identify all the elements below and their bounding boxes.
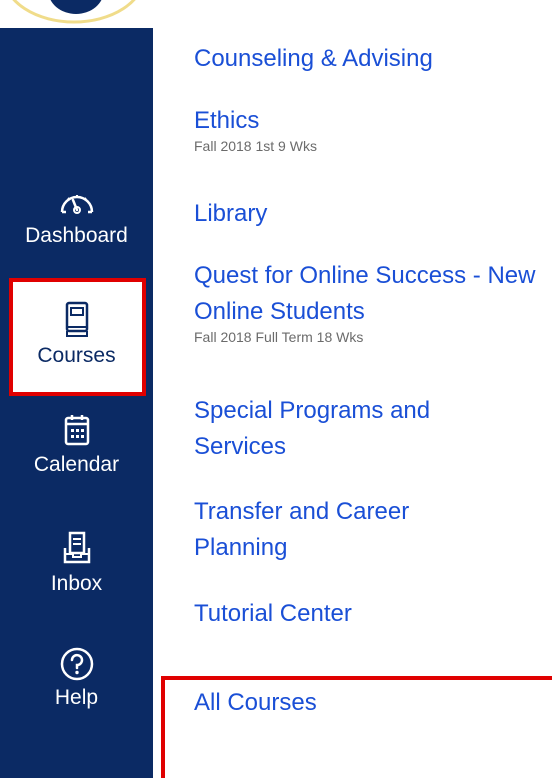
course-link-tutorial-center[interactable]: Tutorial Center xyxy=(194,596,352,632)
nav-item-calendar[interactable]: Calendar xyxy=(0,413,153,478)
course-link-special-programs[interactable]: Special Programs and Services xyxy=(194,393,494,465)
nav-label-help: Help xyxy=(54,686,99,709)
course-link-quest-online-success[interactable]: Quest for Online Success - New Online St… xyxy=(194,258,544,330)
course-link-counseling-advising[interactable]: Counseling & Advising xyxy=(194,41,433,77)
nav-item-courses[interactable]: Courses xyxy=(0,300,153,369)
inbox-icon xyxy=(0,530,153,575)
course-term: Fall 2018 Full Term 18 Wks xyxy=(194,329,364,345)
course-term: Fall 2018 1st 9 Wks xyxy=(194,138,317,154)
course-link-library[interactable]: Library xyxy=(194,196,267,232)
help-question-icon xyxy=(0,646,153,687)
course-item: Ethics Fall 2018 1st 9 Wks xyxy=(194,103,317,155)
all-courses-link[interactable]: All Courses xyxy=(194,685,317,721)
nav-label-dashboard: Dashboard xyxy=(25,224,128,247)
courses-tray-list: Counseling & Advising Ethics Fall 2018 1… xyxy=(194,0,552,778)
logo-strip xyxy=(0,0,153,28)
nav-item-dashboard[interactable]: Dashboard xyxy=(0,186,153,249)
course-item: Special Programs and Services xyxy=(194,393,494,465)
course-link-ethics[interactable]: Ethics xyxy=(194,103,317,139)
course-item: Transfer and Career Planning xyxy=(194,494,494,566)
nav-item-inbox[interactable]: Inbox xyxy=(0,530,153,597)
nav-item-help[interactable]: Help xyxy=(0,646,153,711)
nav-label-inbox: Inbox xyxy=(50,572,103,595)
book-icon xyxy=(0,300,153,345)
course-item: Quest for Online Success - New Online St… xyxy=(194,258,544,346)
nav-label-calendar: Calendar xyxy=(33,453,120,476)
course-item: Library xyxy=(194,196,267,232)
calendar-icon xyxy=(0,413,153,454)
nav-label-courses: Courses xyxy=(37,344,116,367)
dashboard-gauge-icon xyxy=(0,186,153,221)
course-item: Counseling & Advising xyxy=(194,41,433,77)
course-link-transfer-career[interactable]: Transfer and Career Planning xyxy=(194,494,494,566)
course-item: Tutorial Center xyxy=(194,596,352,632)
logo[interactable] xyxy=(8,0,140,26)
